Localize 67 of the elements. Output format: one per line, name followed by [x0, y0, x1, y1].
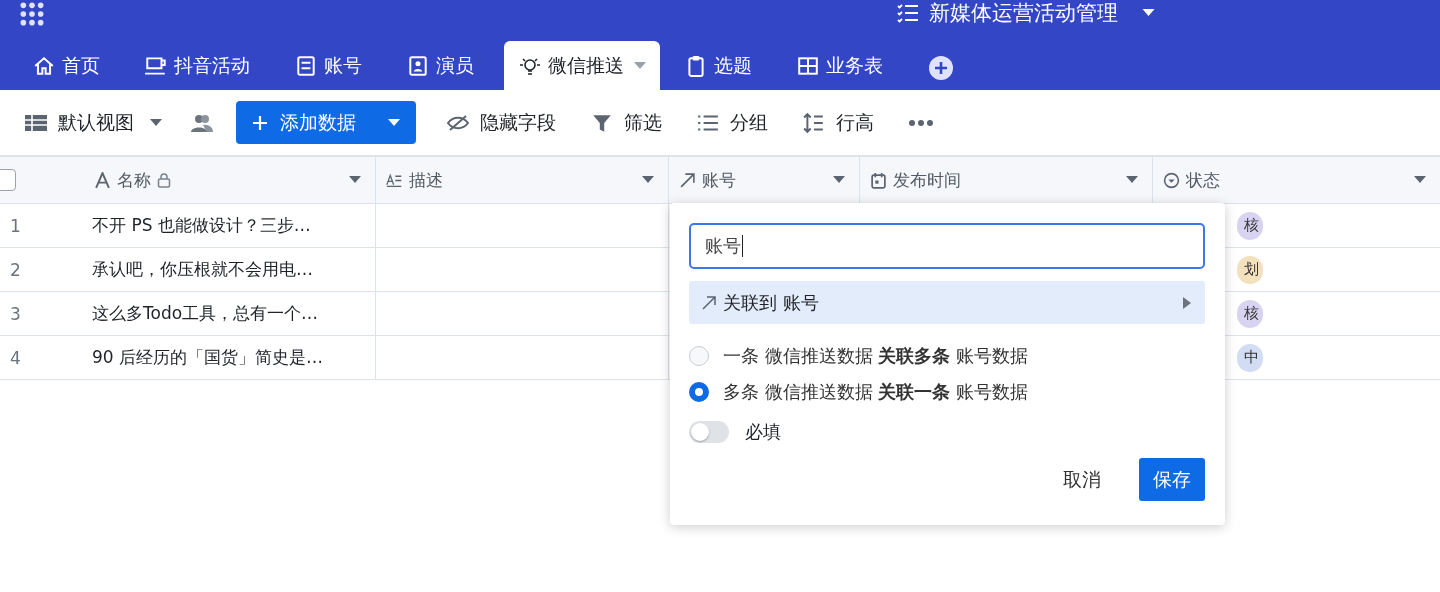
apps-grid-icon[interactable]: [19, 1, 45, 27]
caret-icon: [642, 176, 654, 184]
status-tag: 划: [1237, 255, 1263, 284]
text-field-icon: [94, 171, 111, 189]
status-tag: 中: [1237, 343, 1263, 372]
link-arrow-icon: [679, 171, 696, 189]
field-name-input[interactable]: 账号: [689, 223, 1205, 269]
row-number: 2: [10, 259, 21, 280]
single-select-icon: [1163, 171, 1180, 189]
tab[interactable]: 首页: [18, 41, 114, 90]
toggle-label: 必填: [745, 420, 781, 444]
view-selector[interactable]: 默认视图: [24, 109, 162, 136]
row-number: 1: [10, 215, 21, 236]
column-header[interactable]: 状态: [1153, 157, 1440, 203]
column-header[interactable]: 名称: [80, 157, 376, 203]
submenu-arrow-icon: [1183, 296, 1191, 309]
cup-icon: [144, 54, 168, 77]
cancel-button[interactable]: 取消: [1049, 458, 1115, 501]
table-cell: 这么多Todo工具，总有一个…: [92, 302, 319, 325]
caret-icon: [349, 176, 361, 184]
plus-icon: [252, 114, 268, 131]
row-number: 3: [10, 303, 21, 324]
caret-icon: [833, 176, 845, 184]
table-cell: 承认吧，你压根就不会用电…: [92, 258, 313, 281]
tab[interactable]: 抖音活动: [130, 41, 264, 90]
long-text-icon: [386, 171, 403, 189]
contact-icon: [406, 54, 430, 77]
row-height-icon: [802, 111, 826, 134]
grid-view-icon: [24, 112, 48, 133]
caret-icon[interactable]: [1142, 9, 1155, 17]
table-icon: [796, 54, 820, 77]
column-header[interactable]: 描述: [376, 157, 669, 203]
tab[interactable]: 演员: [392, 41, 488, 90]
caret-icon: [150, 118, 162, 127]
add-tab-icon[interactable]: [929, 56, 953, 80]
status-tag: 核: [1237, 299, 1263, 328]
table-cell: 不开 PS 也能做设计？三步…: [92, 214, 311, 237]
checklist-icon: [897, 3, 919, 23]
add-data-button[interactable]: 添加数据: [236, 101, 416, 144]
more-icon[interactable]: [908, 118, 934, 127]
status-tag: 核: [1237, 211, 1263, 240]
people-icon[interactable]: [190, 112, 214, 133]
app-title[interactable]: 新媒体运营活动管理: [929, 0, 1118, 27]
radio-label: 多条 微信推送数据 关联一条 账号数据: [723, 380, 1029, 404]
radio-button[interactable]: [689, 382, 709, 402]
tab[interactable]: 业务表: [782, 41, 897, 90]
table-cell: 90 后经历的「国货」简史是…: [92, 346, 324, 369]
toolbar-button[interactable]: 筛选: [590, 109, 662, 136]
toggle-switch[interactable]: [689, 421, 729, 443]
toolbar-button[interactable]: 隐藏字段: [446, 109, 556, 136]
link-option[interactable]: 关联到 账号: [689, 281, 1205, 324]
tab[interactable]: 账号: [280, 41, 376, 90]
caret-icon: [1126, 176, 1138, 184]
radio-label: 一条 微信推送数据 关联多条 账号数据: [723, 344, 1029, 368]
link-arrow-icon: [701, 294, 717, 311]
save-button[interactable]: 保存: [1139, 458, 1205, 501]
tab[interactable]: 微信推送: [504, 41, 660, 90]
row-number: 4: [10, 347, 21, 368]
caret-icon: [388, 118, 400, 127]
toolbar-button[interactable]: 分组: [696, 109, 768, 136]
home-icon: [32, 54, 56, 77]
caret-icon: [1414, 176, 1426, 184]
tab[interactable]: 选题: [670, 41, 766, 90]
card-icon: [294, 54, 318, 77]
toolbar-button[interactable]: 行高: [802, 109, 874, 136]
calendar-icon: [870, 171, 887, 189]
select-all-checkbox[interactable]: [0, 169, 16, 191]
